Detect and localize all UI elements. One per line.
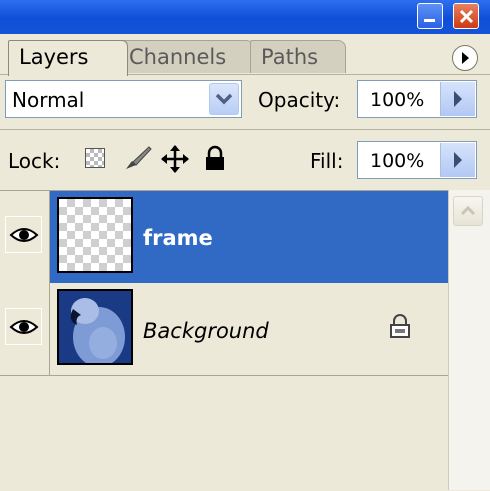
arrow-right-icon <box>454 152 462 168</box>
lock-move-icon[interactable] <box>160 144 190 174</box>
layer-row-frame[interactable]: frame <box>0 191 448 283</box>
layers-list: frame Background <box>0 190 448 491</box>
lock-label: Lock: <box>8 149 61 173</box>
tab-label: Paths <box>261 45 319 69</box>
close-button[interactable] <box>453 3 479 29</box>
tab-label: Layers <box>19 45 89 69</box>
layer-name[interactable]: Background <box>143 319 269 343</box>
panel-menu-icon <box>462 52 469 64</box>
opacity-value: 100% <box>370 89 425 111</box>
opacity-slider-button[interactable] <box>440 82 475 116</box>
layer-lock-icon <box>390 314 410 338</box>
blend-mode-value: Normal <box>12 88 85 112</box>
fill-field[interactable]: 100% <box>357 141 477 179</box>
tab-label: Channels <box>129 45 227 69</box>
minimize-button[interactable] <box>417 3 443 29</box>
layer-name[interactable]: frame <box>143 226 213 250</box>
visibility-toggle[interactable] <box>0 283 50 375</box>
arrow-right-icon <box>454 91 462 107</box>
divider <box>0 129 490 130</box>
lock-paint-icon[interactable] <box>122 143 154 173</box>
blend-mode-select[interactable]: Normal <box>5 80 242 118</box>
visibility-box <box>5 216 42 253</box>
tab-channels[interactable]: Channels <box>118 40 254 73</box>
fill-label: Fill: <box>310 149 344 173</box>
layer-row-background[interactable]: Background <box>0 283 448 376</box>
lock-transparent-icon[interactable] <box>85 148 105 168</box>
panel-menu-button[interactable] <box>452 45 478 71</box>
fill-value: 100% <box>370 150 425 172</box>
parrot-thumbnail-image <box>59 291 131 363</box>
close-icon <box>459 9 474 24</box>
layer-thumbnail <box>57 289 133 365</box>
opacity-field[interactable]: 100% <box>357 80 477 118</box>
tab-layers[interactable]: Layers <box>8 40 128 76</box>
visibility-toggle[interactable] <box>0 191 50 283</box>
fill-slider-button[interactable] <box>440 143 475 177</box>
tab-paths[interactable]: Paths <box>250 40 346 73</box>
opacity-label: Opacity: <box>258 88 341 112</box>
scroll-up-icon <box>460 205 476 216</box>
visibility-box <box>5 308 42 345</box>
vertical-scrollbar[interactable] <box>448 190 490 490</box>
layer-thumbnail <box>57 197 133 273</box>
chevron-down-icon <box>215 93 233 105</box>
panel-tab-bar: Channels Paths Layers <box>0 34 490 76</box>
eye-icon <box>9 228 39 242</box>
blend-mode-dropdown-button[interactable] <box>209 83 239 115</box>
eye-icon <box>9 320 39 334</box>
lock-all-icon[interactable] <box>202 145 228 173</box>
scroll-up-button[interactable] <box>453 196 483 226</box>
window-title-bar <box>0 0 490 34</box>
